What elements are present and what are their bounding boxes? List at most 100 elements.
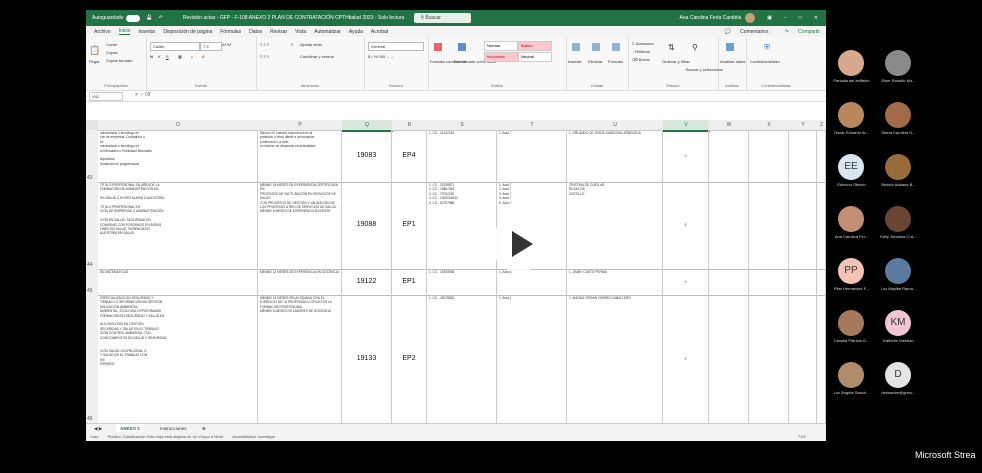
cell-empty[interactable] [817,269,826,295]
cell-v[interactable]: 0 [663,295,709,423]
search-box[interactable]: ⚲ Buscar [414,13,471,23]
cell-empty[interactable] [749,130,789,182]
cell-o[interactable]: EN MATEMÁTICAS [98,269,258,295]
autosave-toggle[interactable] [126,14,141,22]
number-format-select[interactable]: General [368,42,424,51]
cell-empty[interactable] [817,130,826,182]
participant-tile[interactable]: Luz Ángela Sanch... [828,360,875,422]
cell-p[interactable]: MÍNIMO 24 MESES DE EXPERIENCIA CERTIFICA… [258,182,342,269]
analyze-data-icon[interactable] [726,43,734,51]
cell-empty[interactable] [817,182,826,269]
insert-cells-icon[interactable] [572,43,580,51]
save-icon[interactable]: 💾 [146,15,152,21]
cell-empty[interactable] [817,295,826,423]
align-left-icon[interactable]: ≡ ≡ ≡ [260,54,269,59]
fill-button[interactable]: ↓ Rellenar [632,49,650,54]
cut-button[interactable]: Cortar [106,42,117,47]
cell-empty[interactable] [789,295,817,423]
cell-empty[interactable] [709,269,749,295]
cell-u[interactable]: 1. ORLANDO DE JESÚS SANDOVAL ARBOLEDA [567,130,663,182]
cell-t[interactable]: 1. Acta 1 [497,295,567,423]
menu-datos[interactable]: Datos [249,29,262,35]
cell-o[interactable]: TÍTULO PROFESIONAL EN ÁREA DE LA FORMACI… [98,182,258,269]
border-icon[interactable]: ▦ [178,54,182,59]
sort-filter-icon[interactable]: ⇅ [668,43,675,52]
clear-button[interactable]: ⌫ Borrar [632,57,650,62]
cell-o[interactable]: universitario o tecnólogo en cón de empr… [98,130,258,182]
format-cells-icon[interactable] [612,43,620,51]
cell-v[interactable]: 5 [663,182,709,269]
cell-t[interactable]: 1. Acta 6 [497,269,567,295]
fx-icon[interactable]: ✕ ✓ fx [134,92,149,98]
menu-disposicion[interactable]: Disposición de página [163,29,212,35]
participant-tile[interactable]: Dderisantre@grmo... [875,360,922,422]
share-button[interactable]: ↷ Compartir [784,29,820,35]
copy-button[interactable]: Copiar [106,50,118,55]
menu-archivo[interactable]: Archivo [94,29,111,35]
sort-filter-button[interactable]: Ordenar y filtrar [662,59,690,64]
cell-u[interactable]: 1. MAGDA YESMIN OSORIO CABALLERO [567,295,663,423]
cell-s[interactable]: 1. CC - 32156871 2. CC - 19867944 3. CC … [427,182,497,269]
menu-insertar[interactable]: Insertar [138,29,155,35]
insert-cells-button[interactable]: Insertar [568,59,582,64]
menu-ayuda[interactable]: Ayuda [349,29,363,35]
cell-p[interactable]: MÍNIMO 12 MESES DE EXPERIENCIA EN DOCENC… [258,269,342,295]
cell-q[interactable]: 19088 [342,182,392,269]
orientation-icon[interactable]: ↗ [290,42,293,47]
cell-p[interactable]: MÍNIMO 18 MESES RELACIONADA CON EL EJERC… [258,295,342,423]
menu-revisar[interactable]: Revisar [270,29,287,35]
autosum-button[interactable]: Σ Autosuma [632,41,654,46]
delete-cells-icon[interactable] [592,43,600,51]
row-header[interactable]: 46 [86,295,98,424]
cell-t[interactable]: 1. Acta 7 [497,130,567,182]
conditional-format-icon[interactable] [434,43,442,51]
row-header[interactable]: 45 [86,269,98,296]
table-format-icon[interactable] [458,43,466,51]
italic-icon[interactable]: K [158,54,161,59]
font-grow-icon[interactable]: Aᵃ Aᵃ [222,42,231,47]
status-accessibility[interactable]: Accesibilidad: investigar [232,434,275,439]
bold-icon[interactable]: N [150,54,153,59]
close-icon[interactable]: ✕ [814,15,818,21]
paste-icon[interactable]: 📋 [89,45,100,56]
font-color-icon[interactable]: A [202,54,205,59]
row-header[interactable]: 43 [86,130,98,183]
paste-button[interactable]: Pegar [89,59,100,64]
wrap-text-button[interactable]: Ajustar texto [300,42,322,47]
cell-empty[interactable] [709,295,749,423]
menu-formulas[interactable]: Fórmulas [220,29,241,35]
formula-input[interactable]: 7 [148,92,151,98]
cell-q[interactable]: 19122 [342,269,392,295]
user-avatar[interactable] [745,13,756,23]
find-select-icon[interactable]: ⚲ [692,43,698,52]
font-size-select[interactable]: 7.5 [200,42,222,51]
cell-r[interactable]: EP2 [392,295,427,423]
cell-r[interactable]: EP4 [392,130,427,182]
cell-v[interactable]: 0 [663,269,709,295]
style-bueno[interactable]: Bueno [518,41,552,51]
fill-color-icon[interactable]: ▲ [190,54,194,59]
cell-empty[interactable] [749,182,789,269]
menu-vista[interactable]: Vista [295,29,306,35]
cell-empty[interactable] [709,182,749,269]
format-cells-button[interactable]: Formato [608,59,623,64]
cell-u[interactable]: CRISTINA DE CUELLAR ROJAS DE CASTILLO [567,182,663,269]
cell-empty[interactable] [789,182,817,269]
confidentiality-button[interactable]: Confidencialidad [750,59,780,64]
style-normal[interactable]: Normal [484,41,518,51]
cell-r[interactable]: EP1 [392,269,427,295]
menu-automatizar[interactable]: Automatizar [314,29,341,35]
cell-p[interactable]: Mínimo 09 (meses) experiencia en la prof… [258,130,342,182]
cell-empty[interactable] [789,269,817,295]
merge-center-button[interactable]: Combinar y centrar [300,54,334,59]
maximize-icon[interactable]: □ [799,15,802,21]
cell-empty[interactable] [749,295,789,423]
delete-cells-button[interactable]: Eliminar [588,59,602,64]
shield-icon[interactable]: ⛨ [764,43,770,53]
ribbon-display-icon[interactable]: ▣ [767,15,772,21]
style-incorrecto[interactable]: Incorrecto [484,52,518,62]
cell-s[interactable]: 1. CC - 19335938 [427,269,497,295]
format-painter-button[interactable]: Copiar formato [106,58,132,63]
row-header[interactable]: 44 [86,182,98,270]
currency-icon[interactable]: $ • % 000 ←→ [368,54,394,59]
